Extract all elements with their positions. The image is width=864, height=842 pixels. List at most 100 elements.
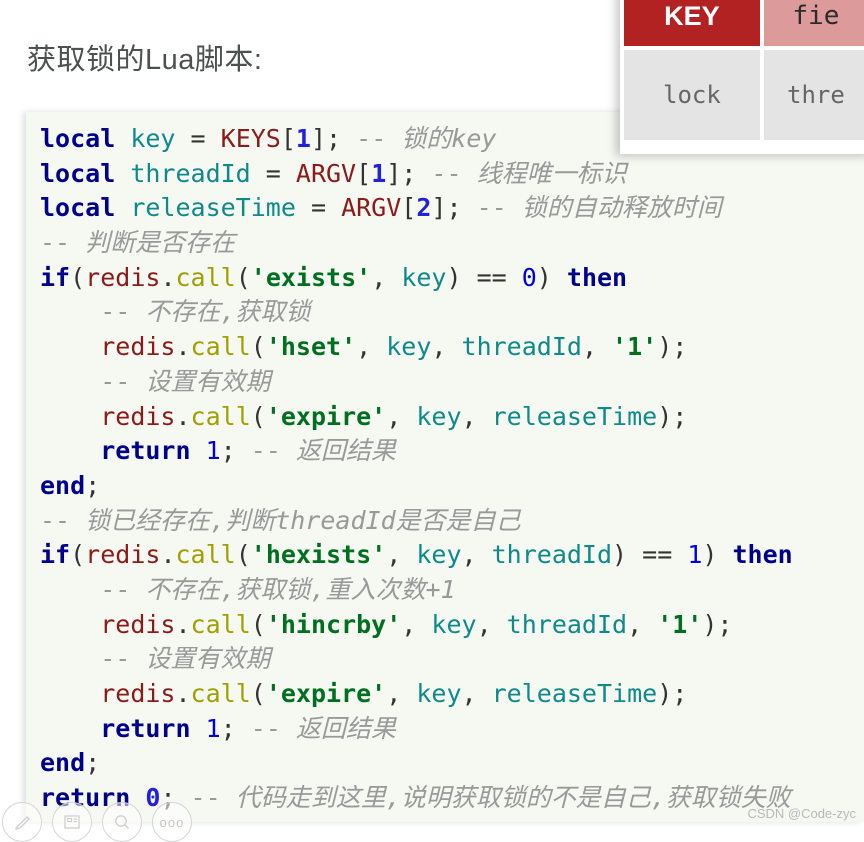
code-token: 不存在,获取锁: [145, 297, 311, 327]
code-token: 设置有效期: [145, 366, 271, 396]
code-token: ];: [431, 193, 477, 223]
code-token: redis: [100, 679, 176, 708]
code-token: local: [40, 193, 116, 223]
code-token: if: [40, 262, 71, 292]
code-token: ;: [220, 713, 251, 743]
page-title: 获取锁的Lua脚本:: [27, 44, 263, 76]
code-token: --: [100, 574, 146, 604]
code-token: 1: [295, 124, 311, 153]
code-line: end;: [40, 746, 864, 781]
code-token: --: [250, 713, 296, 743]
code-token: (: [250, 609, 266, 639]
pen-icon[interactable]: [2, 802, 42, 842]
code-token: ;: [220, 436, 251, 466]
code-token: 0: [521, 262, 537, 292]
code-token: (: [250, 679, 266, 708]
code-token: (: [70, 262, 86, 292]
code-token: local: [40, 124, 116, 153]
code-line: redis.call('expire', key, releaseTime);: [40, 400, 864, 435]
code-token: [: [356, 158, 372, 188]
code-token: releaseTime: [491, 679, 658, 708]
watermark: CSDN @Code-zyc: [747, 806, 856, 821]
code-token: ,: [386, 679, 417, 708]
code-token: ;: [85, 470, 101, 500]
overlay-body-row: lock thre: [624, 50, 864, 144]
code-token: return: [100, 713, 191, 743]
code-token: 'exists': [250, 262, 372, 292]
code-token: --: [100, 366, 146, 396]
more-options-icon[interactable]: ooo: [152, 802, 192, 842]
code-token: key: [416, 540, 462, 570]
code-token: ,: [627, 609, 658, 639]
code-token: (: [235, 540, 251, 570]
code-token: --: [40, 505, 86, 535]
code-token: .: [160, 540, 176, 570]
code-line: redis.call('hincrby', key, threadId, '1'…: [40, 608, 864, 643]
code-line: -- 不存在,获取锁: [40, 295, 864, 330]
code-token: 返回结果: [295, 713, 396, 743]
code-token: ) ==: [612, 540, 688, 570]
code-token: [: [401, 193, 417, 223]
code-token: return: [100, 436, 191, 466]
code-token: 2: [416, 193, 432, 223]
code-token: key: [386, 332, 432, 362]
code-line: -- 设置有效期: [40, 642, 864, 677]
overlay-header-field: fie: [763, 0, 864, 46]
code-token: 返回结果: [295, 436, 396, 466]
code-token: redis: [85, 540, 161, 570]
code-token: ) ==: [446, 262, 522, 292]
code-token: 线程唯一标识: [476, 158, 627, 188]
code-token: 1: [205, 436, 221, 466]
overlay-header-row: KEY fie: [624, 0, 864, 50]
code-token: 'expire': [265, 401, 387, 431]
code-token: key: [416, 401, 462, 431]
code-token: );: [657, 332, 688, 362]
code-token: 'hset': [265, 332, 357, 362]
code-token: call: [190, 332, 251, 362]
code-token: );: [657, 679, 688, 708]
code-token: call: [190, 679, 251, 708]
code-line: -- 设置有效期: [40, 365, 864, 400]
code-block: local key = KEYS[1]; -- 锁的key local threa…: [26, 112, 864, 822]
code-token: .: [160, 262, 176, 292]
code-token: key: [431, 609, 477, 639]
more-options-label: ooo: [159, 814, 185, 830]
code-token: key: [401, 262, 447, 292]
code-token: 1: [205, 713, 221, 743]
code-token: call: [175, 540, 236, 570]
code-token: ): [536, 262, 567, 292]
code-line: -- 不存在,获取锁,重入次数+1: [40, 573, 864, 608]
code-token: (: [250, 401, 266, 431]
bottom-toolbar[interactable]: ooo: [0, 802, 192, 842]
code-token: 'hexists': [250, 540, 387, 570]
layout-icon[interactable]: [52, 802, 92, 842]
code-token: '1': [612, 332, 658, 362]
code-token: call: [175, 262, 236, 292]
code-token: redis: [100, 332, 176, 362]
code-line: local releaseTime = ARGV[2]; -- 锁的自动释放时间: [40, 191, 864, 226]
code-token: ARGV: [341, 193, 402, 223]
code-token: .: [175, 401, 191, 431]
code-token: (: [70, 540, 86, 570]
code-token: 'hincrby': [265, 609, 402, 639]
code-token: '1': [657, 609, 703, 639]
magnifier-icon[interactable]: [102, 802, 142, 842]
code-token: threadId: [461, 332, 582, 362]
code-token: end: [40, 470, 86, 500]
code-token: 锁的自动释放时间: [521, 193, 722, 223]
code-token: ,: [371, 262, 402, 292]
code-token: 1: [687, 540, 703, 570]
code-token: );: [702, 609, 733, 639]
code-token: ,: [476, 609, 507, 639]
code-token: call: [190, 609, 251, 639]
code-token: ,: [386, 401, 417, 431]
